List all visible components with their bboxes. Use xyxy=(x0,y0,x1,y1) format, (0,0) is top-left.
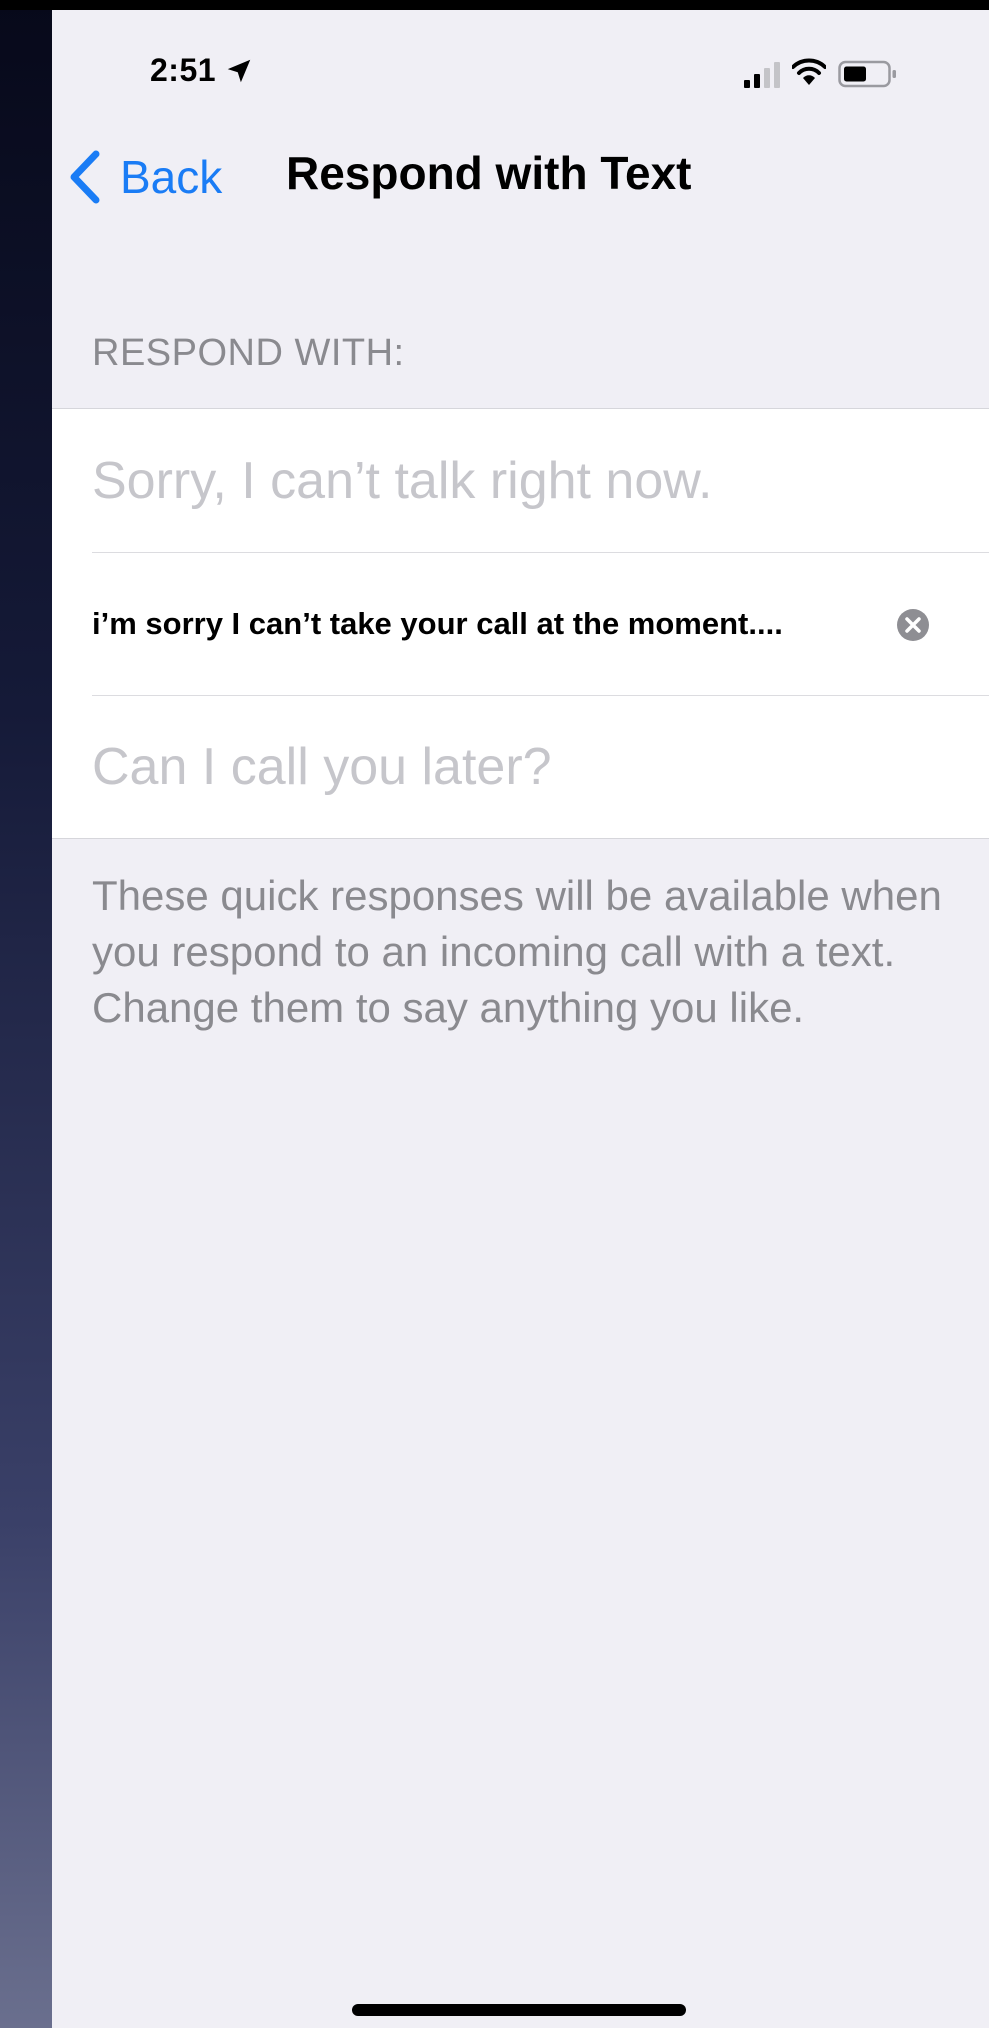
battery-icon xyxy=(838,60,896,88)
status-time: 2:51 xyxy=(150,52,217,88)
response-placeholder: Can I call you later? xyxy=(92,737,552,796)
clear-text-icon[interactable] xyxy=(896,608,930,642)
navigation-bar: Back Respond with Text xyxy=(52,130,989,230)
chevron-left-icon xyxy=(70,150,100,204)
response-field-2[interactable]: i’m sorry I can’t take your call at the … xyxy=(52,552,989,695)
location-arrow-icon xyxy=(227,59,251,83)
phone-screen: 2:51 Back Respond with Text RESPOND WITH… xyxy=(52,10,989,2028)
section-header: RESPOND WITH: xyxy=(92,332,405,374)
back-button[interactable]: Back xyxy=(68,142,222,212)
cellular-signal-icon xyxy=(744,62,780,88)
section-footer: These quick responses will be available … xyxy=(92,872,942,1031)
page-title: Respond with Text xyxy=(286,147,692,199)
wifi-icon xyxy=(792,58,826,85)
response-field-3[interactable]: Can I call you later? xyxy=(52,695,989,838)
response-field-1[interactable]: Sorry, I can’t talk right now. xyxy=(52,409,989,552)
responses-list: Sorry, I can’t talk right now. i’m sorry… xyxy=(52,408,989,839)
response-placeholder: Sorry, I can’t talk right now. xyxy=(92,451,713,510)
response-value: i’m sorry I can’t take your call at the … xyxy=(92,605,783,641)
status-bar: 2:51 xyxy=(52,10,989,130)
home-indicator[interactable] xyxy=(352,2004,686,2016)
back-label: Back xyxy=(120,151,223,203)
top-edge xyxy=(0,0,989,10)
